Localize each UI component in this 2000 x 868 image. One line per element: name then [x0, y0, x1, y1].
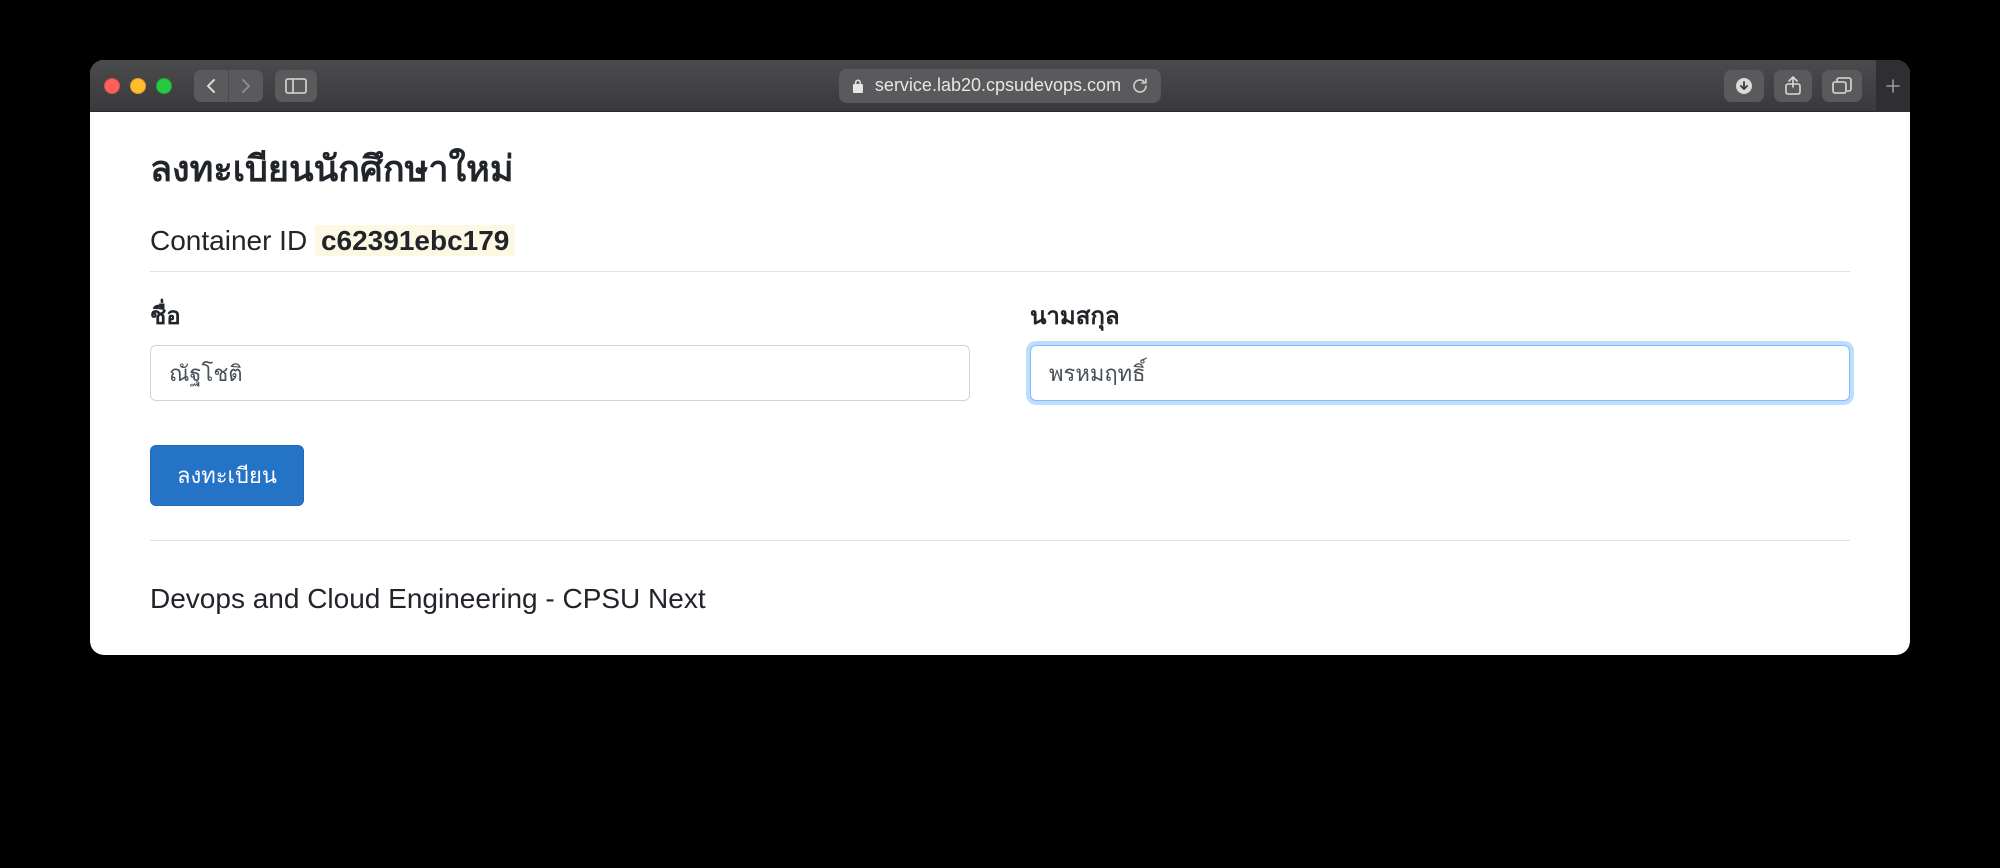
page-content: ลงทะเบียนนักศึกษาใหม่ Container ID c6239…	[90, 112, 1910, 655]
new-tab-button[interactable]	[1876, 60, 1910, 112]
first-name-label: ชื่อ	[150, 296, 970, 335]
divider	[150, 271, 1850, 272]
container-id-line: Container ID c62391ebc179	[150, 225, 1850, 257]
footer-text: Devops and Cloud Engineering - CPSU Next	[150, 565, 1850, 615]
sidebar-toggle-button[interactable]	[275, 70, 317, 102]
address-bar[interactable]: service.lab20.cpsudevops.com	[839, 69, 1161, 103]
share-icon	[1784, 76, 1802, 96]
container-id-label: Container ID	[150, 225, 307, 256]
first-name-group: ชื่อ	[150, 296, 970, 401]
last-name-group: นามสกุล	[1030, 296, 1850, 401]
chevron-right-icon	[239, 78, 253, 94]
tabs-button[interactable]	[1822, 70, 1862, 102]
first-name-input[interactable]	[150, 345, 970, 401]
form-row-name: ชื่อ นามสกุล	[150, 296, 1850, 401]
last-name-label: นามสกุล	[1030, 296, 1850, 335]
chevron-left-icon	[204, 78, 218, 94]
divider	[150, 540, 1850, 541]
download-icon	[1734, 77, 1754, 95]
lock-icon	[851, 78, 865, 94]
browser-window: service.lab20.cpsudevops.com ลงทะเบียนนั…	[90, 60, 1910, 655]
address-bar-text: service.lab20.cpsudevops.com	[875, 75, 1121, 96]
last-name-input[interactable]	[1030, 345, 1850, 401]
window-controls	[104, 78, 172, 94]
plus-icon	[1886, 79, 1900, 93]
nav-back-forward	[194, 70, 263, 102]
browser-toolbar: service.lab20.cpsudevops.com	[90, 60, 1910, 112]
container-id-value: c62391ebc179	[315, 225, 515, 256]
reload-icon	[1131, 77, 1149, 95]
sidebar-icon	[285, 78, 307, 94]
forward-button[interactable]	[228, 70, 263, 102]
close-window-button[interactable]	[104, 78, 120, 94]
toolbar-right	[1724, 60, 1896, 112]
tabs-icon	[1832, 77, 1852, 95]
minimize-window-button[interactable]	[130, 78, 146, 94]
downloads-button[interactable]	[1724, 70, 1764, 102]
zoom-window-button[interactable]	[156, 78, 172, 94]
submit-button[interactable]: ลงทะเบียน	[150, 445, 304, 506]
back-button[interactable]	[194, 70, 228, 102]
reload-button[interactable]	[1131, 77, 1149, 95]
share-button[interactable]	[1774, 70, 1812, 102]
page-title: ลงทะเบียนนักศึกษาใหม่	[150, 140, 1850, 197]
